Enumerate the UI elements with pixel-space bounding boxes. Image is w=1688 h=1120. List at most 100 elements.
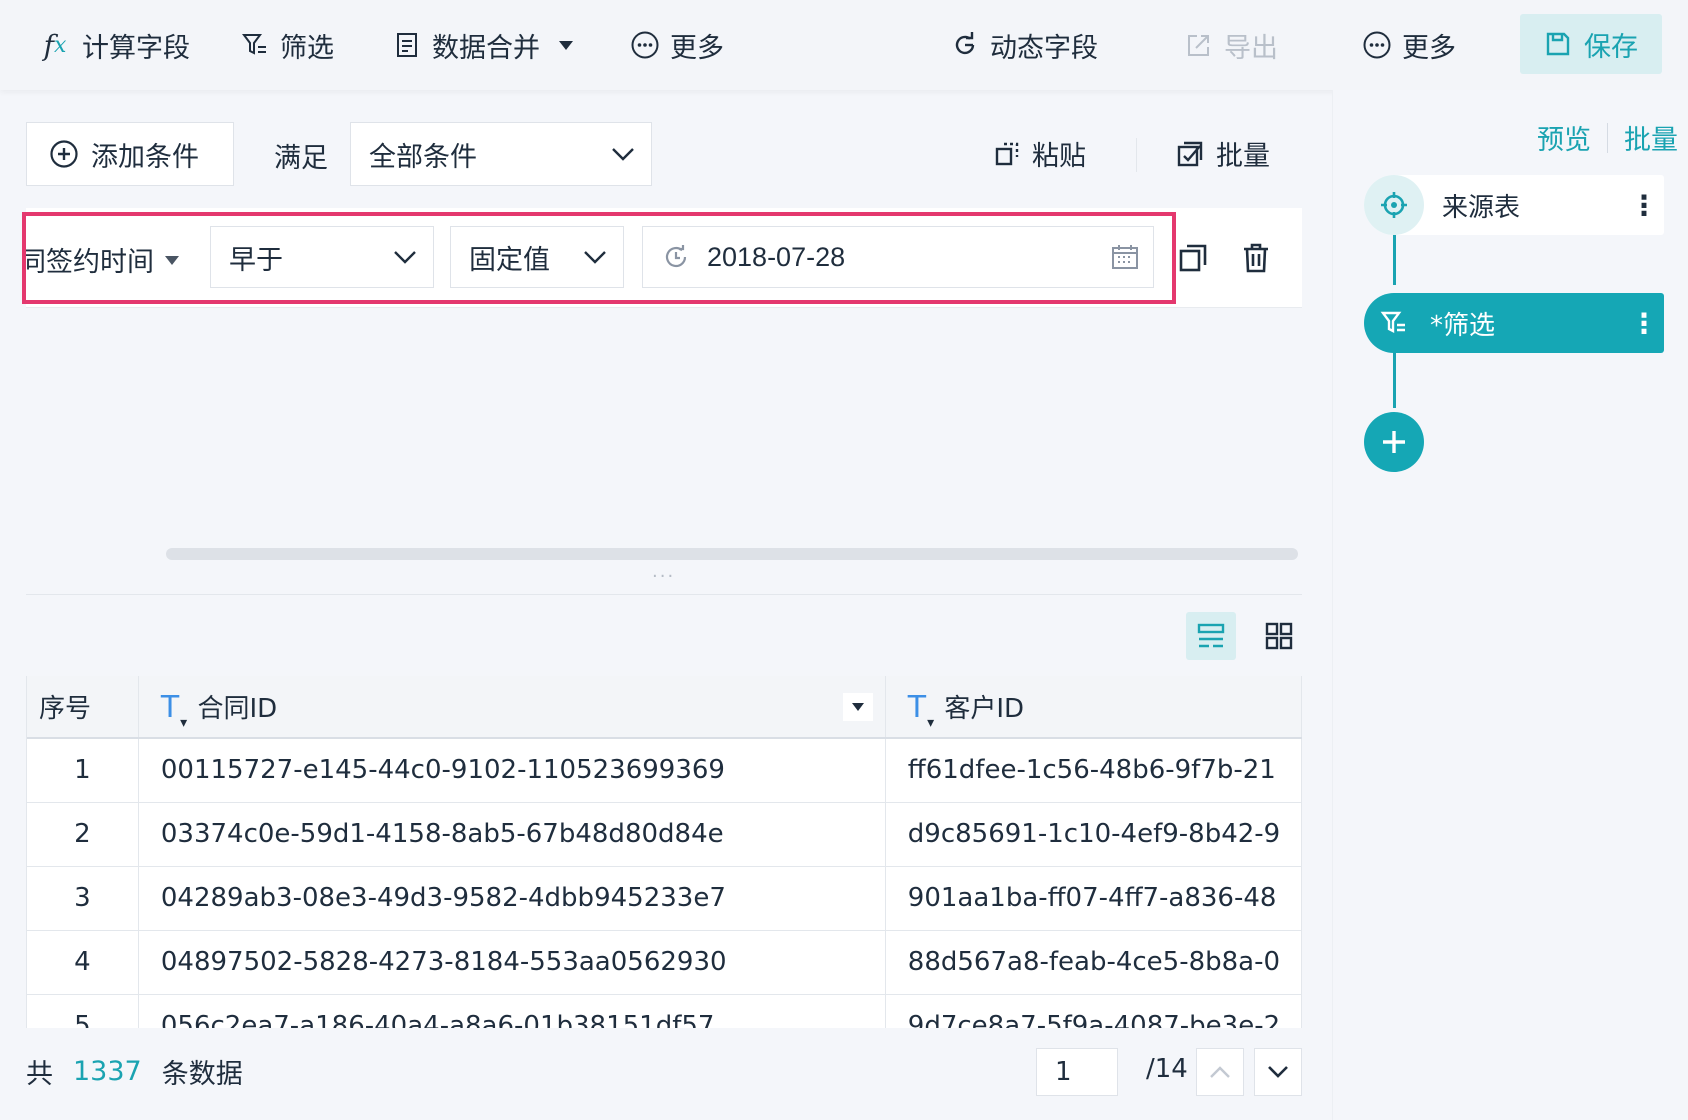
add-condition-button[interactable]: 添加条件 [26, 122, 234, 186]
more-right-button[interactable]: 更多 [1362, 22, 1456, 68]
flow-connector [1393, 350, 1396, 408]
filter-icon [1364, 293, 1424, 353]
column-header-seq: 序号 [27, 676, 139, 739]
flow-node-source[interactable]: 来源表 ⋮ [1364, 175, 1664, 235]
save-label: 保存 [1584, 31, 1638, 63]
kebab-menu-icon[interactable]: ⋮ [1624, 189, 1664, 222]
divider [1607, 122, 1608, 153]
fx-icon: fx [43, 28, 67, 62]
match-mode-select[interactable]: 全部条件 [350, 122, 652, 186]
trash-icon[interactable] [1242, 243, 1270, 273]
panel-splitter[interactable] [26, 594, 1302, 595]
merge-button[interactable]: 数据合并 [392, 22, 574, 68]
chevron-down-icon [611, 147, 635, 161]
calc-field-label: 计算字段 [82, 32, 190, 64]
plus-icon [1383, 431, 1405, 453]
paste-icon [994, 141, 1020, 167]
preview-link[interactable]: 预览 [1537, 118, 1591, 157]
top-toolbar: fx 计算字段 筛选 数据合并 更多 动态字段 导出 更多 保存 [0, 0, 1688, 90]
document-merge-icon [392, 30, 422, 60]
column-header-label: 序号 [39, 694, 92, 724]
table-row: 3 04289ab3-08e3-49d3-9582-4dbb945233e7 9… [27, 866, 1302, 931]
calc-field-button[interactable]: fx 计算字段 [38, 22, 190, 68]
add-node-button[interactable] [1364, 412, 1424, 472]
flow-connector [1393, 235, 1396, 285]
cell-contract-id: 03374c0e-59d1-4158-8ab5-67b48d80d84e [138, 802, 886, 867]
export-button[interactable]: 导出 [1184, 22, 1278, 68]
export-icon [1184, 30, 1214, 60]
save-button[interactable]: 保存 [1520, 14, 1662, 74]
flow-sidebar: 预览 批量 来源表 ⋮ *筛选 ⋮ [1332, 90, 1688, 1120]
text-type-icon: T [908, 690, 935, 731]
filter-label: 筛选 [280, 32, 334, 64]
column-header-customer-id[interactable]: T 客户ID [885, 676, 1302, 739]
column-header-label: 客户ID [944, 694, 1025, 724]
text-type-icon: T [161, 690, 188, 731]
cell-contract-id: 00115727-e145-44c0-9102-110523699369 [138, 738, 886, 803]
cell-customer-id: ff61dfee-1c56-48b6-9f7b-21 [885, 738, 1302, 803]
cell-seq: 3 [27, 866, 139, 931]
data-table: 序号 T 合同ID T 客户ID 1 00115727-e145-44c0-91… [26, 676, 1302, 1028]
batch-label: 批量 [1216, 141, 1270, 172]
list-view-icon [1197, 623, 1225, 648]
more-circle-icon [1362, 30, 1392, 60]
flow-node-filter[interactable]: *筛选 ⋮ [1364, 293, 1664, 353]
record-count: 共 1337 条数据 [26, 1052, 243, 1091]
cell-seq: 4 [27, 930, 139, 995]
table-row: 2 03374c0e-59d1-4158-8ab5-67b48d80d84e d… [27, 802, 1302, 867]
page-number-value: 1 [1055, 1057, 1072, 1087]
table-row: 4 04897502-5828-4273-8184-553aa0562930 8… [27, 930, 1302, 995]
cell-customer-id: 901aa1ba-ff07-4ff7-a836-48 [885, 866, 1302, 931]
filter-button[interactable]: 筛选 [240, 22, 334, 68]
cell-contract-id: 056c2ea7-a186-40a4-a8a6-01b38151df57 [138, 994, 886, 1028]
count-prefix: 共 [26, 1059, 53, 1090]
dynamic-field-label: 动态字段 [990, 32, 1098, 64]
grid-view-icon [1265, 622, 1293, 650]
grid-view-button[interactable] [1254, 612, 1304, 660]
list-view-button[interactable] [1186, 612, 1236, 660]
column-header-contract-id[interactable]: T 合同ID [138, 676, 886, 739]
paste-label: 粘贴 [1032, 141, 1086, 172]
more-left-button[interactable]: 更多 [630, 22, 724, 68]
refresh-icon [950, 30, 980, 60]
match-mode-value: 全部条件 [369, 141, 477, 173]
resize-handle-dots[interactable]: ··· [652, 566, 675, 587]
flow-node-label: *筛选 [1430, 310, 1496, 341]
satisfy-label: 满足 [274, 143, 328, 174]
sidebar-links: 预览 批量 [1537, 118, 1678, 157]
cell-customer-id: 9d7ce8a7-5f9a-4087-be3e-2 [885, 994, 1302, 1028]
column-header-label: 合同ID [197, 694, 278, 724]
cell-seq: 5 [27, 994, 139, 1028]
paste-button[interactable]: 粘贴 [994, 134, 1086, 173]
chevron-down-icon [1268, 1066, 1288, 1078]
more-left-label: 更多 [670, 32, 724, 64]
plus-circle-icon [49, 139, 79, 169]
batch-button[interactable]: 批量 [1176, 134, 1270, 173]
column-menu-caret-icon[interactable] [842, 693, 873, 721]
save-icon [1544, 30, 1572, 58]
more-circle-icon [630, 30, 660, 60]
cell-contract-id: 04289ab3-08e3-49d3-9582-4dbb945233e7 [138, 866, 886, 931]
cell-seq: 2 [27, 802, 139, 867]
batch-link[interactable]: 批量 [1624, 118, 1678, 157]
more-right-label: 更多 [1402, 32, 1456, 64]
condition-highlight-box [22, 212, 1176, 304]
caret-down-icon [558, 39, 574, 51]
cell-contract-id: 04897502-5828-4273-8184-553aa0562930 [138, 930, 886, 995]
page-number-input[interactable]: 1 [1036, 1048, 1118, 1096]
export-label: 导出 [1224, 32, 1278, 64]
kebab-menu-icon[interactable]: ⋮ [1624, 307, 1664, 340]
next-page-button[interactable] [1254, 1048, 1302, 1096]
table-row: 5 056c2ea7-a186-40a4-a8a6-01b38151df57 9… [27, 994, 1302, 1028]
table-row: 1 00115727-e145-44c0-9102-110523699369 f… [27, 738, 1302, 803]
copy-icon[interactable] [1178, 243, 1208, 273]
horizontal-scrollbar[interactable] [166, 548, 1298, 560]
cell-seq: 1 [27, 738, 139, 803]
crosshair-icon [1364, 175, 1424, 235]
filter-icon [240, 30, 270, 60]
prev-page-button[interactable] [1196, 1048, 1244, 1096]
add-condition-label: 添加条件 [91, 141, 199, 173]
chevron-up-icon [1210, 1066, 1230, 1078]
dynamic-field-button[interactable]: 动态字段 [950, 22, 1098, 68]
count-total: 1337 [73, 1056, 142, 1087]
